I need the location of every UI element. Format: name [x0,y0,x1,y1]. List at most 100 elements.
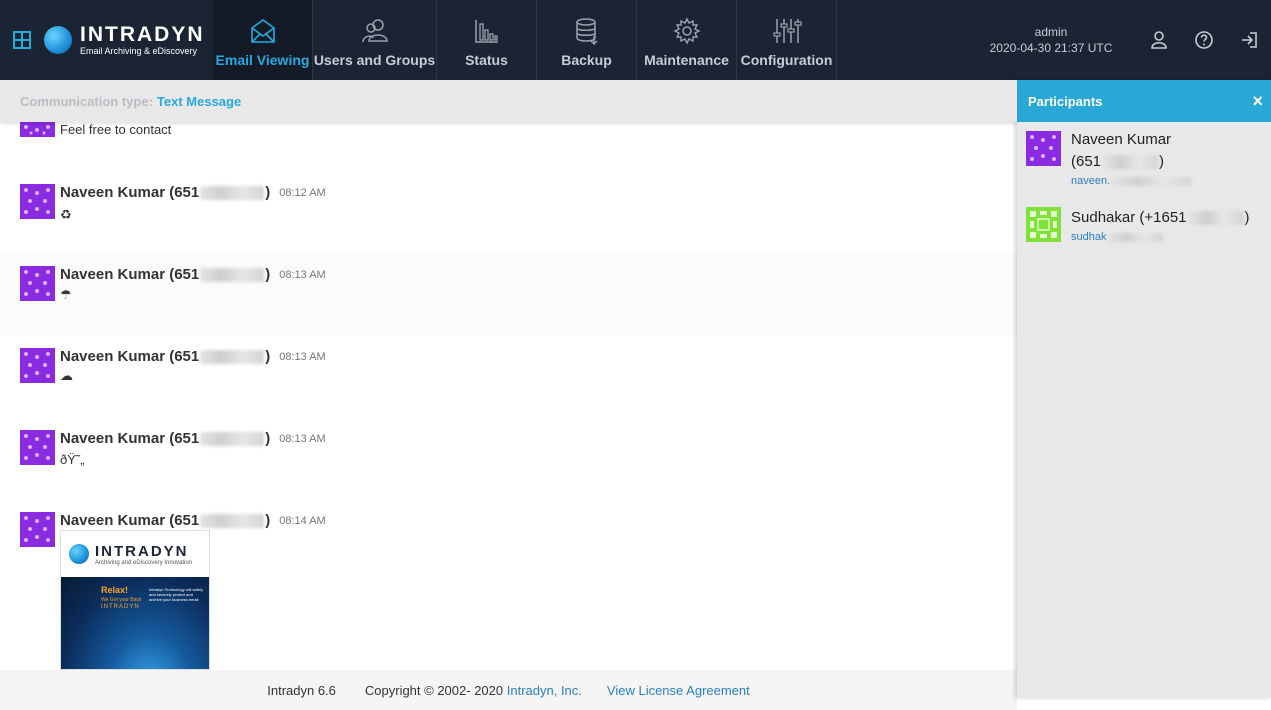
attachment-line2: INTRADYN [101,604,140,610]
redacted-number [1102,155,1159,170]
participant-name: Naveen Kumar [1071,131,1172,148]
avatar [1026,131,1061,166]
avatar [20,348,55,383]
participant-email[interactable]: naveen. [1071,175,1192,187]
message-sender: Naveen Kumar (651 [60,512,200,529]
message-item: Naveen Kumar (651 ) 08:13 AM ☁ [0,336,1017,418]
envelope-icon [250,19,275,43]
globe-icon [69,544,89,564]
logout-icon [1241,32,1257,48]
footer-version: Intradyn 6.6 [267,682,336,698]
message-item: Naveen Kumar (651 ) 08:13 AM ðŸ˜„ [0,418,1017,500]
message-time: 08:14 AM [279,514,326,527]
message-item: Naveen Kumar (651 ) 08:12 AM ♻ [0,172,1017,254]
message-item: Naveen Kumar (651 ) 08:13 AM ☂ [0,254,1017,336]
avatar [20,122,55,137]
message-time: 08:13 AM [279,350,326,363]
redacted-number [200,185,265,200]
tab-label: Status [465,52,508,68]
tab-status[interactable]: Status [437,0,537,80]
tab-label: Users and Groups [313,52,436,68]
tab-label: Email Viewing [215,52,310,68]
avatar [20,430,55,465]
logo-globe-icon [44,26,72,54]
message-item: Feel free to contact [0,122,1017,152]
license-agreement-link[interactable]: View License Agreement [607,683,750,698]
help-button[interactable] [1181,0,1226,80]
redacted-number [200,267,265,282]
help-icon [1194,31,1213,49]
attachment-headline: Relax! [101,585,129,595]
user-info: admin 2020-04-30 21:37 UTC [976,0,1126,80]
gear-icon [672,17,701,45]
participant-item[interactable]: Sudhakar (+1651) sudhak [1026,207,1266,247]
redacted-number [200,349,265,364]
message-sender: Naveen Kumar (651 [60,184,200,201]
participant-email-text: sudhak [1071,231,1107,243]
participant-item[interactable]: Naveen Kumar (651) naveen. [1026,131,1266,191]
message-sender: Naveen Kumar (651 [60,348,200,365]
message-body: ♻ [60,207,72,222]
avatar [1026,207,1061,242]
tab-configuration[interactable]: Configuration [737,0,837,80]
main-nav: Email Viewing Users and Groups Status Ba… [213,0,837,80]
database-icon [575,18,598,46]
attachment-line1: We Got your Back [101,597,142,603]
communication-type-label: Communication type: [20,93,153,109]
avatar [20,184,55,219]
attachment-side-text: Intradyn Technology will safely and secu… [149,587,203,602]
top-navigation-bar: INTRADYN Email Archiving & eDiscovery Em… [0,0,1271,80]
message-body: ☁ [60,368,73,383]
user-profile-button[interactable] [1136,0,1181,80]
participant-email[interactable]: sudhak [1071,231,1164,243]
redacted-number [200,431,265,446]
footer: Intradyn 6.6 Copyright © 2002- 2020 Intr… [0,670,1017,710]
tab-users-and-groups[interactable]: Users and Groups [313,0,437,80]
message-sender: Naveen Kumar (651 [60,266,200,283]
avatar [20,266,55,301]
attachment-tagline: Archiving and eDiscovery Innovation [95,559,193,566]
redacted-number [200,513,265,528]
logo: INTRADYN Email Archiving & eDiscovery [44,0,213,80]
redacted-number [1187,211,1244,226]
tab-email-viewing[interactable]: Email Viewing [213,0,313,80]
tab-maintenance[interactable]: Maintenance [637,0,737,80]
message-body: ☂ [60,287,72,302]
user-name: admin [1034,25,1068,39]
attachment-brand: INTRADYN [95,542,189,560]
close-icon[interactable]: × [1252,92,1263,110]
tab-backup[interactable]: Backup [537,0,637,80]
tab-label: Backup [561,52,612,68]
message-time: 08:13 AM [279,268,326,281]
sliders-icon [772,19,802,43]
avatar [20,512,55,547]
user-icon [1150,31,1167,49]
participant-name-wrap: Sudhakar (+1651) [1071,209,1250,226]
redacted-email [1107,232,1164,242]
communication-type-value: Text Message [156,93,242,109]
participant-email-text: naveen. [1071,175,1111,187]
communication-type-bar: Communication type: Text Message [0,80,1017,122]
participants-panel: Participants × Naveen Kumar (651) naveen… [1017,80,1271,698]
tab-label: Configuration [740,52,833,68]
message-time: 08:13 AM [279,432,326,445]
participants-panel-header: Participants × [1017,80,1271,122]
current-datetime: 2020-04-30 21:37 UTC [989,41,1113,55]
logout-button[interactable] [1226,0,1271,80]
bar-chart-icon [474,20,498,43]
users-icon [361,19,388,43]
redacted-email [1111,176,1192,186]
company-link[interactable]: Intradyn, Inc. [507,683,582,698]
footer-copyright: Copyright © 2002- 2020 [364,682,504,698]
tab-label: Maintenance [644,52,729,68]
grid-menu-icon[interactable] [0,0,44,80]
participant-name: Sudhakar (+1651 [1071,209,1187,226]
logo-tagline: Email Archiving & eDiscovery [80,45,198,56]
message-body: ðŸ˜„ [60,452,85,467]
message-time: 08:12 AM [279,186,326,199]
participants-title: Participants [1028,93,1103,109]
message-attachment-image[interactable]: INTRADYN Archiving and eDiscovery Innova… [60,530,210,670]
message-body: Feel free to contact [60,122,172,137]
message-sender: Naveen Kumar (651 [60,430,200,447]
participant-number-prefix: (651) [1071,153,1165,170]
